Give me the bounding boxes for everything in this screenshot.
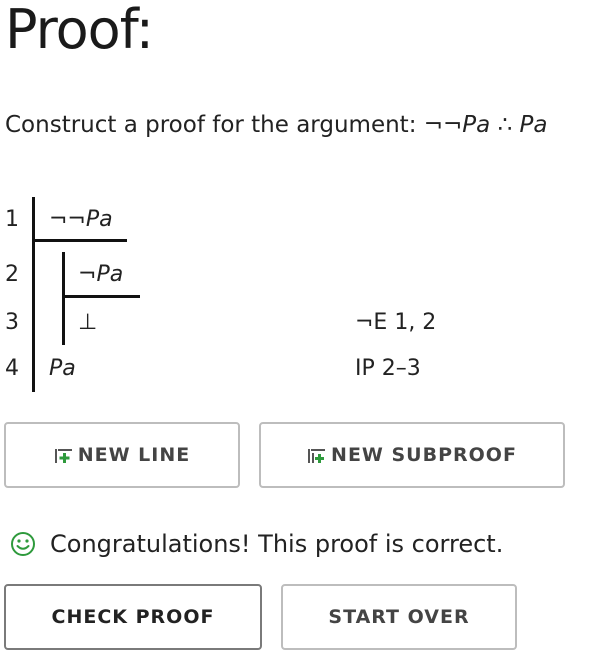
new-subproof-button[interactable]: NEW SUBPROOF (259, 422, 565, 488)
instruction-text: Construct a proof for the argument: (5, 112, 424, 138)
line-number: 3 (5, 310, 19, 335)
page-title: Proof: (5, 0, 154, 61)
subproof-scope-line (62, 252, 65, 345)
line-number: 4 (5, 356, 19, 381)
start-over-label: START OVER (328, 606, 470, 628)
argument-instruction: Construct a proof for the argument: ¬¬Pa… (5, 110, 548, 140)
proof-line-formula[interactable]: Pa (49, 355, 76, 383)
assumption-divider (62, 295, 140, 298)
status-text: Congratulations! This proof is correct. (50, 530, 504, 558)
proof-line-justification[interactable]: ¬E 1, 2 (355, 309, 436, 337)
proof-line-formula[interactable]: ⊥ (78, 309, 97, 337)
formula-atom: Pa (49, 356, 76, 381)
proof-area: 1 ¬¬Pa 2 ¬Pa 3 ⊥ ¬E 1, 2 4 Pa IP 2–3 (0, 195, 589, 395)
status-message: Congratulations! This proof is correct. (10, 527, 503, 561)
proof-line-formula[interactable]: ¬Pa (78, 261, 123, 289)
proof-line-justification[interactable]: IP 2–3 (355, 355, 421, 383)
premise-divider (32, 239, 127, 242)
smiley-icon (11, 532, 35, 556)
formula-negation: ¬ (78, 262, 97, 287)
main-scope-line (32, 197, 35, 392)
new-line-button[interactable]: NEW LINE (4, 422, 240, 488)
check-proof-button[interactable]: CHECK PROOF (4, 584, 262, 650)
proof-line-formula[interactable]: ¬¬Pa (49, 206, 113, 234)
argument-conclusion: Pa (519, 112, 548, 138)
new-subproof-icon (308, 449, 326, 463)
formula-falsum: ⊥ (78, 310, 98, 335)
check-proof-label: CHECK PROOF (51, 606, 215, 628)
formula-atom: Pa (85, 207, 113, 232)
new-line-label: NEW LINE (77, 444, 191, 466)
therefore-symbol: ∴ (490, 112, 520, 138)
formula-atom: Pa (96, 262, 124, 287)
line-number: 1 (5, 207, 19, 232)
start-over-button[interactable]: START OVER (281, 584, 517, 650)
argument-premise: ¬¬Pa (423, 112, 491, 138)
formula-negation: ¬¬ (49, 207, 86, 232)
new-subproof-label: NEW SUBPROOF (331, 444, 517, 466)
line-number: 2 (5, 262, 19, 287)
new-line-icon (54, 449, 72, 463)
